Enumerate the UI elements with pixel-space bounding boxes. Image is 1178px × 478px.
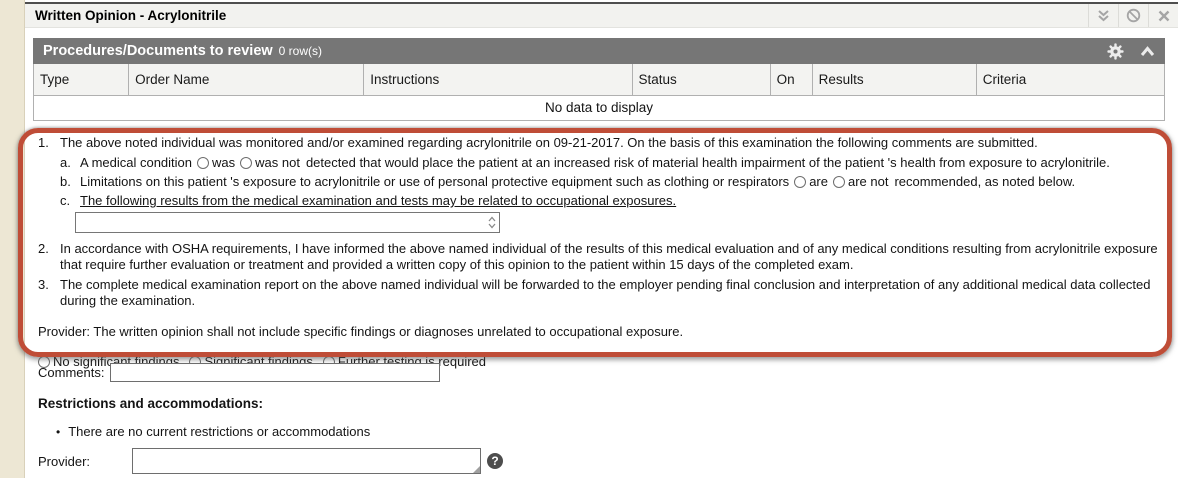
procedures-panel-header: Procedures/Documents to review 0 row(s) <box>33 38 1165 64</box>
opinion-item-1a: a. A medical condition was was not detected… <box>60 155 1162 171</box>
collapse-all-button[interactable] <box>1088 4 1118 27</box>
close-button[interactable] <box>1148 4 1178 27</box>
caret-down-icon <box>488 223 496 229</box>
exam-results-input[interactable] <box>75 212 500 233</box>
left-margin-strip <box>0 0 25 478</box>
item-text: A medical condition <box>80 155 192 170</box>
restriction-text: There are no current restrictions or acc… <box>68 424 370 439</box>
bullet-icon: • <box>56 425 60 439</box>
close-icon <box>1158 10 1170 22</box>
table-header-row: Type Order Name Instructions Status On R… <box>34 64 1165 96</box>
item-letter: a. <box>60 155 80 171</box>
opinion-item-3: 3. The complete medical examination repo… <box>38 277 1162 309</box>
item-text: detected that would place the patient at… <box>306 155 1110 170</box>
comments-row: Comments: <box>38 363 440 382</box>
opinion-item-1b: b. Limitations on this patient 's exposu… <box>60 174 1162 190</box>
exam-results-field-wrap <box>75 212 500 233</box>
radio-was-label[interactable]: was <box>212 155 235 170</box>
item-text: The complete medical examination report … <box>60 277 1162 309</box>
provider-field-wrap <box>132 448 481 474</box>
restrictions-heading: Restrictions and accommodations: <box>38 396 263 411</box>
opinion-item-2: 2. In accordance with OSHA requirements,… <box>38 241 1162 273</box>
chevron-up-icon <box>1140 46 1155 57</box>
item-number: 2. <box>38 241 60 273</box>
item-text: The above noted individual was monitored… <box>60 135 1162 151</box>
row-count: 0 row(s) <box>279 44 322 58</box>
slashed-circle-icon <box>1126 8 1141 23</box>
item-text: The following results from the medical e… <box>80 193 676 208</box>
radio-are-label[interactable]: are <box>809 174 828 189</box>
restrictions-list-item: • There are no current restrictions or ac… <box>56 424 370 439</box>
opinion-item-1-sublist: a. A medical condition was was not detected… <box>60 155 1162 238</box>
procedures-panel: Procedures/Documents to review 0 row(s) <box>33 38 1165 121</box>
radio-was-not-label[interactable]: was not <box>255 155 300 170</box>
window-titlebar: Written Opinion - Acrylonitrile <box>25 2 1178 28</box>
radio-are-not-label[interactable]: are not <box>848 174 888 189</box>
gear-button[interactable] <box>1107 43 1124 60</box>
provider-textarea[interactable] <box>132 448 481 474</box>
column-header-type: Type <box>34 64 129 96</box>
panel-actions <box>1107 43 1155 60</box>
column-header-status: Status <box>632 64 770 96</box>
collapse-panel-button[interactable] <box>1140 46 1155 57</box>
radio-are-not[interactable] <box>833 176 845 188</box>
help-icon[interactable]: ? <box>487 453 503 469</box>
comments-input[interactable] <box>110 363 440 382</box>
radio-are[interactable] <box>794 176 806 188</box>
panel-title: Procedures/Documents to review <box>43 43 273 59</box>
item-text: recommended, as noted below. <box>894 174 1075 189</box>
double-chevron-down-icon <box>1097 9 1110 23</box>
titlebar-actions <box>1088 4 1178 27</box>
spinner-control[interactable] <box>486 213 497 231</box>
item-number: 3. <box>38 277 60 309</box>
disable-button[interactable] <box>1118 4 1148 27</box>
radio-was[interactable] <box>197 157 209 169</box>
column-header-criteria: Criteria <box>976 64 1164 96</box>
column-header-on: On <box>770 64 812 96</box>
opinion-item-1: 1. The above noted individual was monito… <box>38 135 1162 151</box>
column-header-order-name: Order Name <box>129 64 364 96</box>
procedures-table: Type Order Name Instructions Status On R… <box>33 64 1165 121</box>
column-header-results: Results <box>812 64 976 96</box>
caret-up-icon <box>488 216 496 222</box>
opinion-item-1c: c. The following results from the medica… <box>60 193 1162 238</box>
item-number: 1. <box>38 135 60 151</box>
page-title: Written Opinion - Acrylonitrile <box>25 8 226 23</box>
item-letter: b. <box>60 174 80 190</box>
no-data-message: No data to display <box>34 96 1165 121</box>
item-text: In accordance with OSHA requirements, I … <box>60 241 1162 273</box>
provider-label: Provider: <box>38 454 132 469</box>
empty-data-row: No data to display <box>34 96 1165 121</box>
provider-row: Provider: ? <box>38 448 503 474</box>
comments-label: Comments: <box>38 365 104 380</box>
gear-icon <box>1107 43 1124 60</box>
provider-note: Provider: The written opinion shall not … <box>38 324 1162 340</box>
resize-handle[interactable] <box>473 466 480 473</box>
column-header-instructions: Instructions <box>364 64 632 96</box>
item-text: Limitations on this patient 's exposure … <box>80 174 789 189</box>
written-opinion-body: 1. The above noted individual was monito… <box>38 135 1162 370</box>
radio-was-not[interactable] <box>240 157 252 169</box>
